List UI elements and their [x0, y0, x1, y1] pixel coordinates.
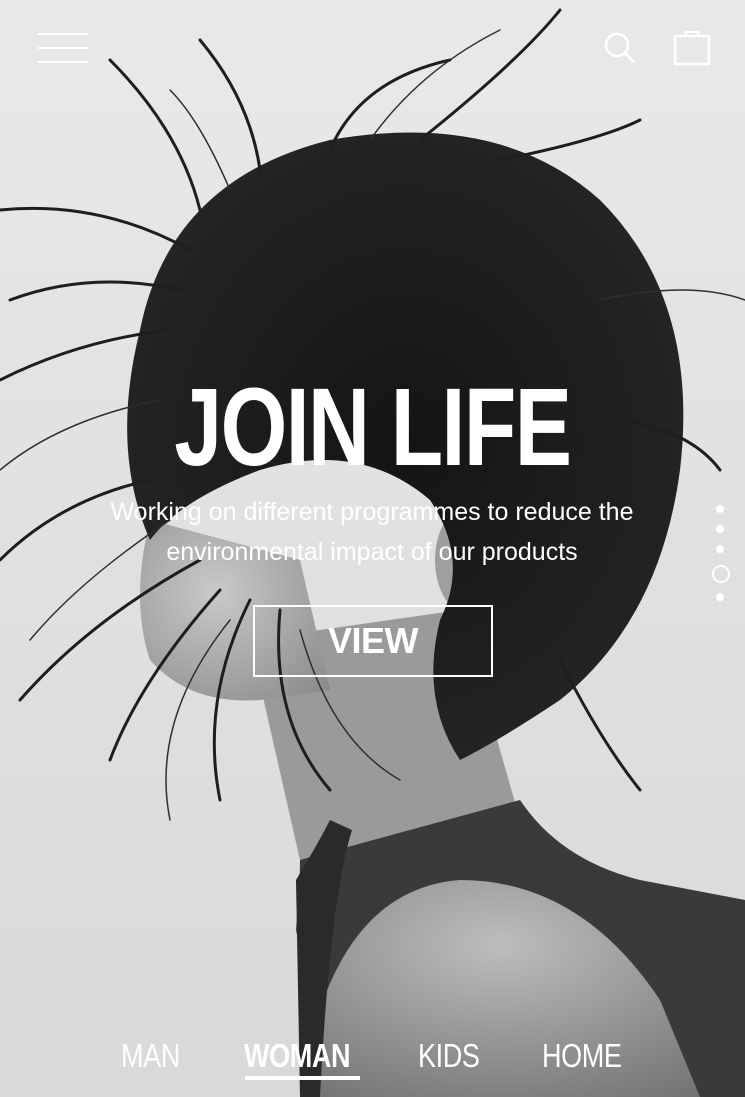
category-tab-home[interactable]: HOME — [542, 1030, 622, 1082]
hero-title: JOIN LIFE — [174, 366, 572, 489]
category-tab-kids[interactable]: KIDS — [418, 1030, 480, 1082]
category-nav: MAN WOMAN KIDS HOME — [0, 1030, 745, 1090]
hero-subtitle: Working on different programmes to reduc… — [110, 498, 634, 566]
hamburger-menu-icon-line — [38, 47, 88, 49]
search-icon — [604, 32, 636, 64]
pager-dot[interactable] — [716, 593, 724, 601]
menu-button[interactable] — [36, 30, 90, 66]
view-button[interactable]: VIEW — [253, 605, 493, 677]
selected-category-indicator — [245, 1076, 360, 1080]
search-button[interactable] — [600, 28, 640, 68]
hamburger-menu-icon-line — [38, 61, 88, 63]
home-screen: JOIN LIFE Working on different programme… — [0, 0, 745, 1097]
pager-dot[interactable] — [716, 545, 724, 553]
category-tab-man[interactable]: MAN — [121, 1030, 180, 1082]
shopping-bag-icon — [673, 31, 711, 66]
slide-pager — [708, 500, 732, 610]
pager-dot-active[interactable] — [712, 565, 730, 583]
pager-dot[interactable] — [716, 525, 724, 533]
pager-dot[interactable] — [716, 505, 724, 513]
shopping-bag-button[interactable] — [670, 26, 714, 70]
category-tab-woman[interactable]: WOMAN — [244, 1030, 351, 1082]
hamburger-menu-icon-line — [38, 33, 88, 35]
